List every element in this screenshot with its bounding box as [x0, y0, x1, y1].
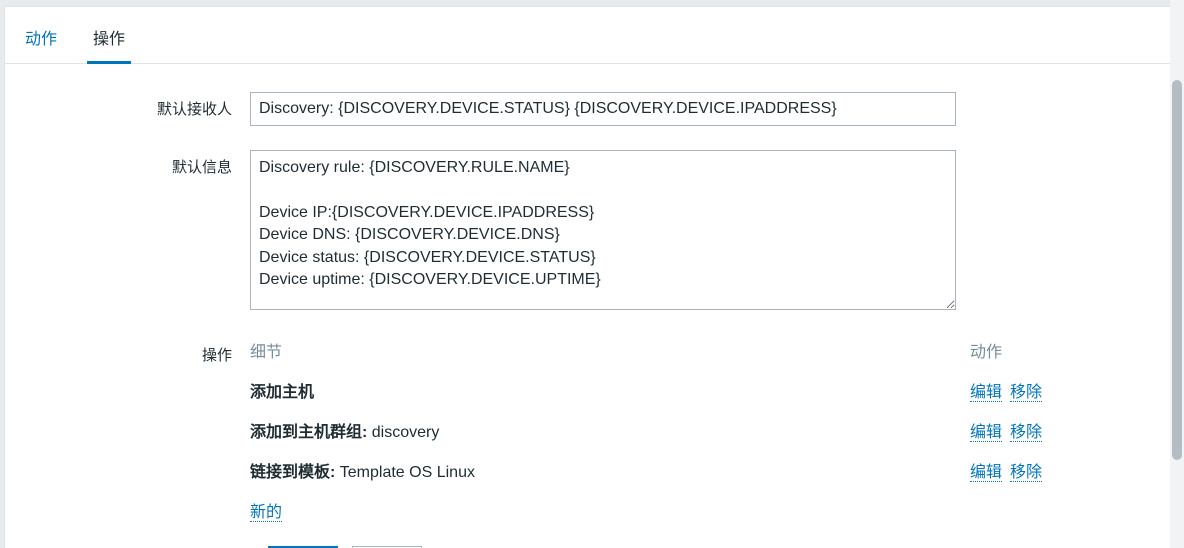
- ops-header-action: 动作: [970, 338, 1080, 362]
- ops-detail-bold: 链接到模板:: [250, 464, 340, 481]
- edit-link[interactable]: 编辑: [970, 424, 1002, 442]
- ops-detail-bold: 添加主机: [250, 384, 314, 401]
- label-default-message: 默认信息: [25, 150, 250, 177]
- vertical-scrollbar-thumb[interactable]: [1172, 80, 1182, 460]
- tab-operations[interactable]: 操作: [87, 15, 131, 64]
- table-row: 链接到模板: Template OS Linux 编辑移除: [250, 450, 1080, 490]
- operations-table: 细节 动作 添加主机 编辑移除: [250, 338, 1080, 522]
- tab-bar: 动作 操作: [5, 7, 1179, 64]
- form-area: 默认接收人 默认信息 Discovery rule: {DISCOVERY.RU…: [5, 64, 1179, 548]
- form-panel: 动作 操作 默认接收人 默认信息 Discovery rule: {DISCOV…: [4, 6, 1180, 548]
- remove-link[interactable]: 移除: [1010, 384, 1042, 402]
- tab-action[interactable]: 动作: [19, 15, 63, 63]
- viewport: 动作 操作 默认接收人 默认信息 Discovery rule: {DISCOV…: [0, 0, 1184, 548]
- label-default-recipient: 默认接收人: [25, 92, 250, 119]
- ops-header-detail: 细节: [250, 338, 970, 362]
- remove-link[interactable]: 移除: [1010, 424, 1042, 442]
- default-message-textarea[interactable]: Discovery rule: {DISCOVERY.RULE.NAME} De…: [250, 150, 956, 310]
- table-row: 添加主机 编辑移除: [250, 370, 1080, 410]
- label-operations: 操作: [25, 338, 250, 365]
- ops-detail-plain: discovery: [372, 424, 440, 441]
- edit-link[interactable]: 编辑: [970, 384, 1002, 402]
- ops-detail-plain: Template OS Linux: [340, 464, 475, 481]
- default-recipient-input[interactable]: [250, 92, 956, 126]
- row-default-message: 默认信息 Discovery rule: {DISCOVERY.RULE.NAM…: [25, 150, 1159, 314]
- remove-link[interactable]: 移除: [1010, 464, 1042, 482]
- edit-link[interactable]: 编辑: [970, 464, 1002, 482]
- ops-new-row: 新的: [250, 490, 1080, 522]
- table-row: 添加到主机群组: discovery 编辑移除: [250, 410, 1080, 450]
- row-operations: 操作 细节 动作 添加主机 编辑移除: [25, 338, 1159, 522]
- operations-table-header: 细节 动作: [250, 338, 1080, 370]
- vertical-scrollbar[interactable]: [1170, 0, 1184, 548]
- ops-detail-bold: 添加到主机群组:: [250, 424, 372, 441]
- row-default-recipient: 默认接收人: [25, 92, 1159, 126]
- new-operation-link[interactable]: 新的: [250, 504, 282, 522]
